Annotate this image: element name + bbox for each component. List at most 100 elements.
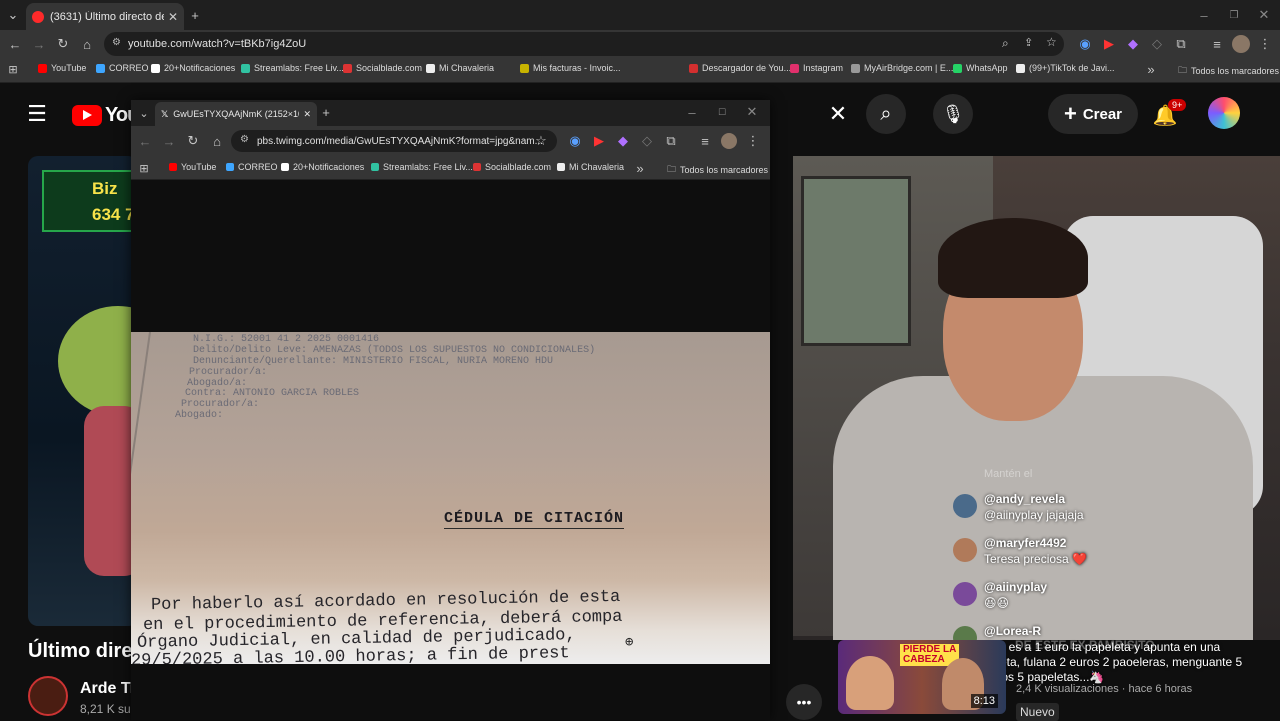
install-app-icon[interactable]: ⇪ — [1024, 36, 1033, 49]
streamer-hair — [938, 218, 1088, 298]
browser-tab-active[interactable]: (3631) Último directo del año - ✕ — [26, 3, 184, 30]
site-info-icon[interactable]: ⚙ — [112, 37, 121, 48]
bookmark-item[interactable]: Streamlabs: Free Liv... — [241, 63, 344, 73]
popup-close-tab-icon[interactable]: ✕ — [303, 109, 311, 120]
popup-tab-search-icon[interactable]: ⌄ — [137, 105, 151, 121]
bookmark-favicon-icon — [1016, 63, 1025, 73]
bookmark-star-icon[interactable]: ☆ — [1046, 35, 1057, 49]
doc-header-line: Procurador/a: — [181, 399, 260, 410]
channel-avatar[interactable] — [28, 676, 68, 716]
popup-bookmark-star-icon[interactable]: ☆ — [533, 133, 549, 149]
extensions-puzzle-icon[interactable]: ⧉ — [1172, 35, 1190, 53]
video-thumbnail-left[interactable]: Biz 634 74 — [28, 156, 138, 626]
zoom-icon[interactable]: ⌕ — [1002, 36, 1009, 51]
popup-extensions-puzzle-icon[interactable]: ⧉ — [663, 133, 679, 149]
popup-back-icon[interactable]: ← — [137, 133, 153, 149]
chat-avatar — [953, 494, 977, 518]
youtube-logo[interactable]: You — [72, 104, 139, 127]
bookmark-item[interactable]: Mis facturas - Invoic... — [520, 63, 621, 73]
popup-bookmark-item[interactable]: YouTube — [169, 162, 216, 172]
court-document-image: N.I.G.: 52001 41 2 2025 0001416 Delito/D… — [131, 332, 770, 664]
bookmark-item[interactable]: WhatsApp — [953, 63, 1008, 73]
bookmark-item[interactable]: (99+)TikTok de Javi... — [1016, 63, 1114, 73]
bookmark-item[interactable]: Descargador de You... — [689, 63, 791, 73]
popup-maximize-icon[interactable]: ☐ — [715, 104, 729, 120]
close-tab-icon[interactable]: ✕ — [168, 10, 178, 24]
bookmark-favicon-icon — [226, 163, 234, 171]
popup-home-icon[interactable]: ⌂ — [209, 133, 225, 149]
thumbnail-person — [846, 656, 894, 710]
minimize-window-icon[interactable]: – — [1196, 6, 1212, 24]
apps-grid-icon[interactable]: ⊞ — [6, 62, 20, 76]
new-tab-icon[interactable]: + — [187, 6, 203, 24]
popup-extension-audio-icon[interactable]: ◉ — [567, 133, 583, 149]
bookmark-item[interactable]: Mi Chavaleria — [426, 63, 494, 73]
popup-bookmark-item[interactable]: Streamlabs: Free Liv... — [371, 162, 473, 172]
popup-extension-grey-icon[interactable]: ◇ — [639, 133, 655, 149]
bookmark-favicon-icon — [520, 63, 529, 73]
popup-bookmark-item[interactable]: 20+Notificaciones — [281, 162, 364, 172]
reload-icon[interactable]: ↻ — [54, 35, 72, 53]
search-icon[interactable]: ⌕ — [866, 94, 906, 134]
popup-menu-icon[interactable]: ⋮ — [747, 133, 760, 149]
hamburger-menu-icon[interactable]: ☰ — [24, 101, 50, 126]
popup-site-info-icon[interactable]: ⚙ — [240, 134, 249, 145]
popup-extension-shield-icon[interactable]: ◆ — [615, 133, 631, 149]
microphone-icon[interactable]: 🎙 — [933, 94, 973, 134]
popup-tab-active[interactable]: 𝕏 GwUEsTYXQAAjNmK (2152×10 ✕ — [155, 102, 317, 126]
popup-all-bookmarks-folder[interactable]: 🗀 Todos los marcadores — [667, 162, 768, 178]
doc-header-line: N.I.G.: 52001 41 2 2025 0001416 — [193, 334, 380, 345]
extension-audio-icon[interactable]: ◉ — [1076, 35, 1094, 53]
extension-grey-icon[interactable]: ◇ — [1148, 35, 1166, 53]
bookmark-favicon-icon — [473, 163, 481, 171]
all-bookmarks-folder[interactable]: 🗀 Todos los marcadores — [1178, 63, 1279, 79]
back-icon[interactable]: ← — [6, 35, 24, 53]
bookmark-item[interactable]: 20+Notificaciones — [151, 63, 235, 73]
forward-icon[interactable]: → — [30, 35, 48, 53]
recommended-video-thumbnail[interactable]: PIERDE LA CABEZA 8:13 — [838, 640, 1006, 714]
popup-forward-icon[interactable]: → — [161, 133, 177, 149]
restore-window-icon[interactable]: ❐ — [1226, 6, 1242, 24]
youtube-favicon-icon — [32, 10, 44, 23]
extension-shield-icon[interactable]: ◆ — [1124, 35, 1142, 53]
popup-address-bar[interactable]: ⚙ pbs.twimg.com/media/GwUEsTYXQAAjNmK?fo… — [231, 130, 557, 152]
popup-apps-grid-icon[interactable]: ⊞ — [137, 161, 151, 175]
popup-toolbar: ← → ↻ ⌂ ⚙ pbs.twimg.com/media/GwUEsTYXQA… — [131, 126, 770, 156]
bookmark-item[interactable]: Socialblade.com — [343, 63, 422, 73]
close-window-icon[interactable]: ✕ — [1256, 6, 1272, 24]
more-actions-icon[interactable]: ••• — [786, 684, 822, 720]
chat-avatar — [953, 538, 977, 562]
document-fold-line — [131, 332, 151, 491]
popup-bookmark-item[interactable]: Socialblade.com — [473, 162, 551, 172]
bookmark-item[interactable]: YouTube — [38, 63, 86, 73]
popup-new-tab-icon[interactable]: + — [319, 104, 333, 120]
youtube-play-logo-icon — [72, 105, 102, 126]
extension-youtube-icon[interactable]: ▶ — [1100, 35, 1118, 53]
bookmark-item[interactable]: MyAirBridge.com | E... — [851, 63, 953, 73]
popup-bookmark-item[interactable]: CORREO — [226, 162, 278, 172]
popup-profile-avatar-icon[interactable] — [721, 133, 737, 149]
popup-more-bookmarks-icon[interactable]: » — [633, 161, 647, 176]
more-bookmarks-icon[interactable]: » — [1144, 62, 1158, 77]
popup-minimize-icon[interactable]: – — [685, 104, 699, 120]
home-icon[interactable]: ⌂ — [78, 35, 96, 53]
create-button[interactable]: + Crear — [1048, 94, 1138, 134]
bookmark-item[interactable]: CORREO — [96, 63, 149, 73]
chat-avatar — [953, 582, 977, 606]
popup-close-window-icon[interactable]: ✕ — [745, 104, 759, 120]
browser-menu-icon[interactable]: ⋮ — [1258, 35, 1272, 53]
bookmark-item[interactable]: Instagram — [790, 63, 843, 73]
doc-header-line: Contra: ANTONIO GARCIA ROBLES — [185, 388, 360, 399]
account-avatar[interactable] — [1208, 97, 1240, 129]
tab-search-chevron-icon[interactable]: ⌄ — [4, 6, 22, 24]
popup-reload-icon[interactable]: ↻ — [185, 133, 201, 149]
address-bar[interactable]: ⚙ youtube.com/watch?v=tBKb7ig4ZoU ⌕ ⇪ ☆ — [104, 32, 1064, 56]
popup-extension-youtube-icon[interactable]: ▶ — [591, 133, 607, 149]
popup-bookmark-item[interactable]: Mi Chavaleria — [557, 162, 624, 172]
channel-name[interactable]: Arde Tr — [80, 680, 136, 698]
profile-avatar-icon[interactable] — [1232, 35, 1250, 53]
reading-list-icon[interactable]: ≡ — [1208, 35, 1226, 53]
popup-reading-list-icon[interactable]: ≡ — [697, 133, 713, 149]
clear-search-icon[interactable]: ✕ — [826, 101, 850, 126]
image-viewer-window: ⌄ 𝕏 GwUEsTYXQAAjNmK (2152×10 ✕ + – ☐ ✕ ←… — [131, 100, 770, 720]
